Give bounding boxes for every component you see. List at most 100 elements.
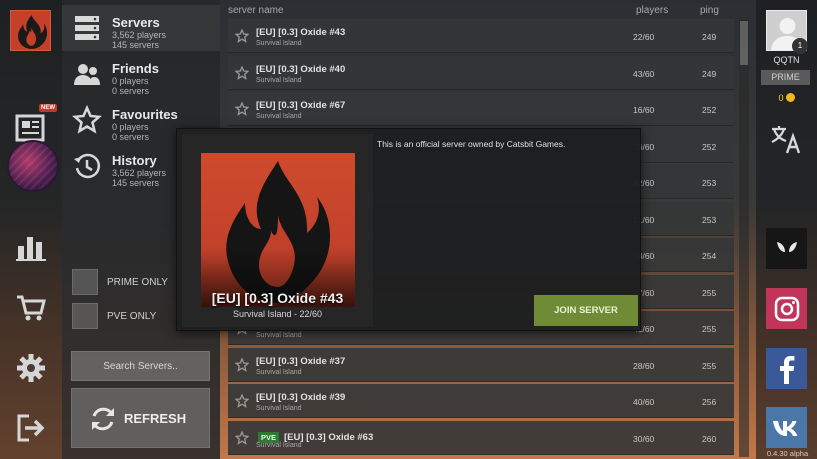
category-title: Favourites	[112, 107, 178, 122]
favourite-star-icon[interactable]	[235, 394, 249, 408]
server-name: [EU] [0.3] Oxide #40	[256, 64, 345, 75]
server-info-popup: [EU] [0.3] Oxide #43 Survival Island - 2…	[176, 128, 641, 331]
category-servers-count: 0 servers	[112, 86, 150, 96]
history-icon	[74, 153, 101, 179]
server-list-header: server name players ping	[228, 2, 736, 18]
nav-settings[interactable]	[13, 350, 49, 386]
category-title: History	[112, 153, 157, 168]
profile-avatar-circle[interactable]	[7, 140, 59, 192]
server-row[interactable]: [EU] [0.3] Oxide #40 Survival Island 43/60…	[228, 55, 734, 90]
server-banner-image	[201, 153, 355, 307]
facebook-icon	[779, 355, 794, 384]
facebook-button[interactable]	[766, 348, 807, 389]
game-logo[interactable]	[10, 10, 51, 51]
bar-chart-icon	[16, 237, 46, 261]
nav-store[interactable]	[13, 290, 49, 326]
coin-icon	[785, 93, 795, 102]
server-ping: 253	[702, 178, 717, 188]
server-ping: 255	[702, 360, 717, 371]
category-friends[interactable]: Friends 0 players 0 servers	[62, 51, 220, 97]
favourite-star-icon[interactable]	[235, 102, 249, 116]
server-ping: 255	[702, 287, 717, 298]
favourite-star-icon[interactable]	[235, 29, 249, 43]
search-servers-input[interactable]: Search Servers..	[71, 351, 210, 381]
user-level-badge: 1	[792, 38, 808, 54]
category-players: 3,562 players	[112, 168, 167, 178]
category-players: 3,562 players	[112, 30, 167, 40]
header-server-name[interactable]: server name	[228, 5, 284, 16]
coin-balance[interactable]: 0	[758, 93, 815, 103]
server-name: [EU] [0.3] Oxide #37	[256, 356, 345, 367]
popup-description: This is an official server owned by Cats…	[377, 139, 566, 149]
translate-icon	[770, 125, 800, 153]
friends-icon	[74, 64, 100, 85]
instagram-icon	[774, 296, 799, 321]
join-server-button[interactable]: JOIN SERVER	[534, 295, 638, 326]
flame-logo-icon	[18, 15, 48, 49]
new-badge: NEW	[39, 104, 57, 112]
vk-icon	[772, 420, 797, 436]
header-players[interactable]: players	[636, 5, 668, 16]
popup-server-subtitle: Survival Island - 22/60	[232, 309, 323, 319]
server-list-scrollbar[interactable]	[739, 19, 749, 457]
instagram-button[interactable]	[766, 288, 807, 329]
scrollbar-thumb[interactable]	[740, 21, 748, 65]
refresh-icon	[92, 407, 114, 431]
server-row[interactable]: [EU] [0.3] Oxide #67 Survival Island 16/60…	[228, 92, 734, 126]
gear-icon	[17, 354, 45, 382]
refresh-button[interactable]: REFRESH	[71, 388, 210, 448]
server-ping: 252	[702, 105, 717, 115]
server-players: 40/60	[633, 397, 655, 407]
header-ping[interactable]: ping	[700, 5, 719, 16]
server-players: 28/60	[633, 360, 655, 371]
prime-only-checkbox[interactable]	[72, 269, 98, 295]
category-servers-count: 145 servers	[112, 178, 160, 188]
nav-stats[interactable]	[13, 229, 49, 265]
pve-only-checkbox[interactable]	[72, 303, 98, 329]
server-ping: 249	[702, 68, 717, 79]
server-name-text: [EU] [0.3] Oxide #40	[256, 63, 346, 75]
prime-only-label: PRIME ONLY	[107, 277, 168, 288]
server-row[interactable]: [EU] [0.3] Oxide #39 Survival Island 40/60…	[228, 384, 734, 418]
server-info-card: [EU] [0.3] Oxide #43 Survival Island - 2…	[182, 134, 373, 327]
server-name-text: [EU] [0.3] Oxide #39	[256, 392, 346, 403]
category-title: Servers	[112, 15, 160, 30]
refresh-label: REFRESH	[124, 411, 187, 426]
server-name-text: [EU] [0.3] Oxide #43	[256, 27, 346, 38]
vk-button[interactable]	[766, 407, 807, 448]
alien-icon	[776, 241, 797, 252]
category-servers[interactable]: Servers 3,562 players 145 servers	[62, 5, 220, 51]
nav-exit[interactable]	[13, 410, 49, 446]
favourite-star-icon[interactable]	[235, 357, 249, 372]
language-button[interactable]	[766, 118, 807, 159]
server-players: 30/60	[633, 433, 655, 444]
server-ping: 255	[702, 324, 717, 334]
server-ping: 256	[702, 397, 717, 407]
coin-count: 0	[778, 93, 784, 103]
server-name: [EU] [0.3] Oxide #39	[256, 392, 345, 403]
server-map: Survival Island	[256, 113, 302, 120]
username: QQTN	[773, 55, 800, 65]
server-row[interactable]: [EU] [0.3] Oxide #37 Survival Island 28/60…	[228, 347, 734, 382]
favourite-star-icon[interactable]	[235, 65, 249, 80]
star-outline-icon	[72, 105, 102, 134]
version-label: 0.4.30 alpha	[766, 449, 809, 458]
favourite-star-icon[interactable]	[235, 430, 249, 445]
server-name: [EU] [0.3] Oxide #67	[256, 100, 345, 111]
server-row[interactable]: [EU] [0.3] Oxide #43 Survival Island 22/60…	[228, 19, 734, 53]
alien-social-button[interactable]	[766, 228, 807, 269]
server-ping: 260	[702, 433, 717, 444]
prime-badge[interactable]: PRIME	[761, 70, 810, 85]
server-map: Survival Island	[256, 441, 302, 449]
server-ping: 253	[702, 214, 717, 225]
server-ping: 254	[702, 251, 717, 261]
server-name-text: [EU] [0.3] Oxide #67	[256, 100, 346, 111]
category-servers-count: 145 servers	[112, 40, 160, 50]
popup-server-title: [EU] [0.3] Oxide #43	[211, 290, 344, 306]
server-row[interactable]: PVE [EU] [0.3] Oxide #63 Survival Island 30…	[228, 420, 734, 455]
pve-only-label: PVE ONLY	[107, 311, 157, 322]
server-players: 43/60	[633, 68, 655, 79]
server-stack-icon	[75, 16, 99, 40]
category-title: Friends	[112, 61, 159, 76]
news-icon	[15, 114, 45, 142]
